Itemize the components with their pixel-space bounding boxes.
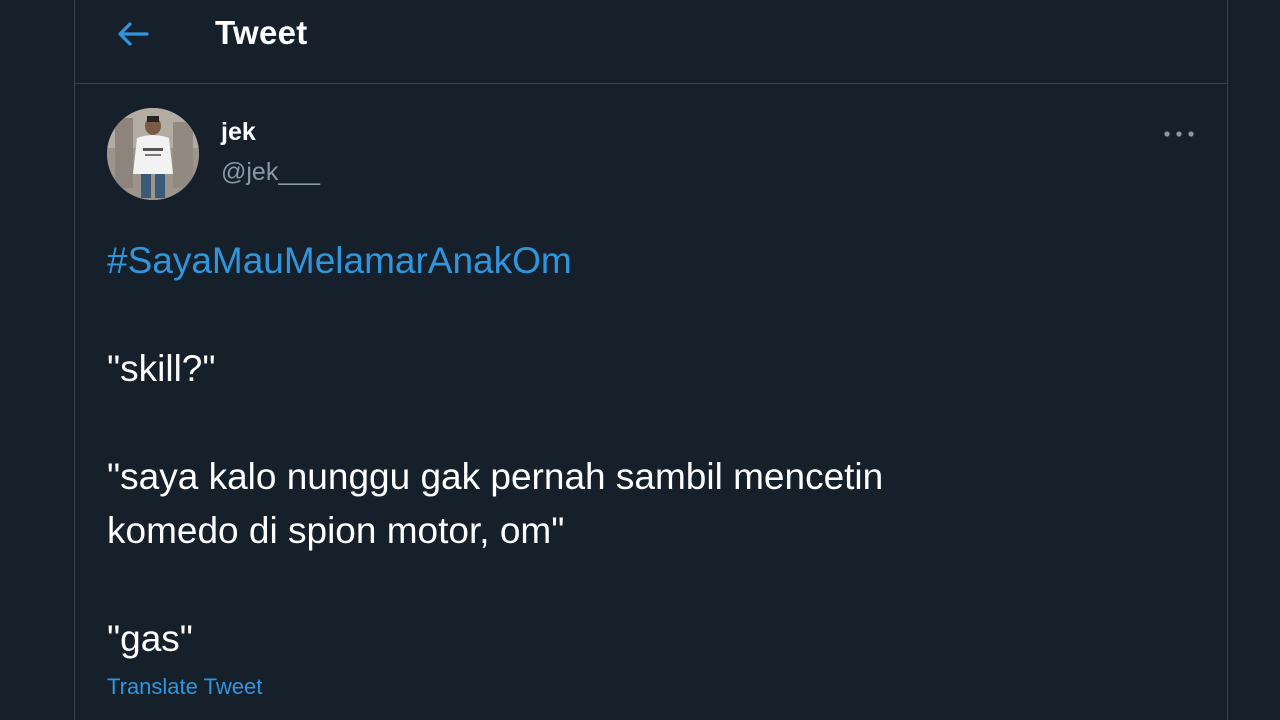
translate-tweet-link[interactable]: Translate Tweet [107,674,262,700]
tweet-text-line: "saya kalo nunggu gak pernah sambil menc… [107,456,884,497]
back-button[interactable] [113,14,153,54]
avatar[interactable] [107,108,199,200]
tweet-text-line: "skill?" [107,348,216,389]
header: Tweet [75,0,1227,84]
tweet-text-line: komedo di spion motor, om" [107,510,565,551]
page-title: Tweet [215,14,308,51]
profile-photo [107,108,199,200]
hashtag-link[interactable]: #SayaMauMelamarAnakOm [107,240,572,281]
arrow-left-icon [118,22,149,46]
more-horizontal-icon [1164,131,1194,137]
tweet-text-line: "gas" [107,618,193,659]
tweet-hashtag-line: #SayaMauMelamarAnakOm [107,234,1187,288]
more-button[interactable] [1161,118,1197,150]
tweet-column: Tweet jek @jek___ #SayaMauMelamarAnakOm … [74,0,1228,720]
author-handle[interactable]: @jek___ [221,158,320,187]
author-name[interactable]: jek [221,118,256,147]
